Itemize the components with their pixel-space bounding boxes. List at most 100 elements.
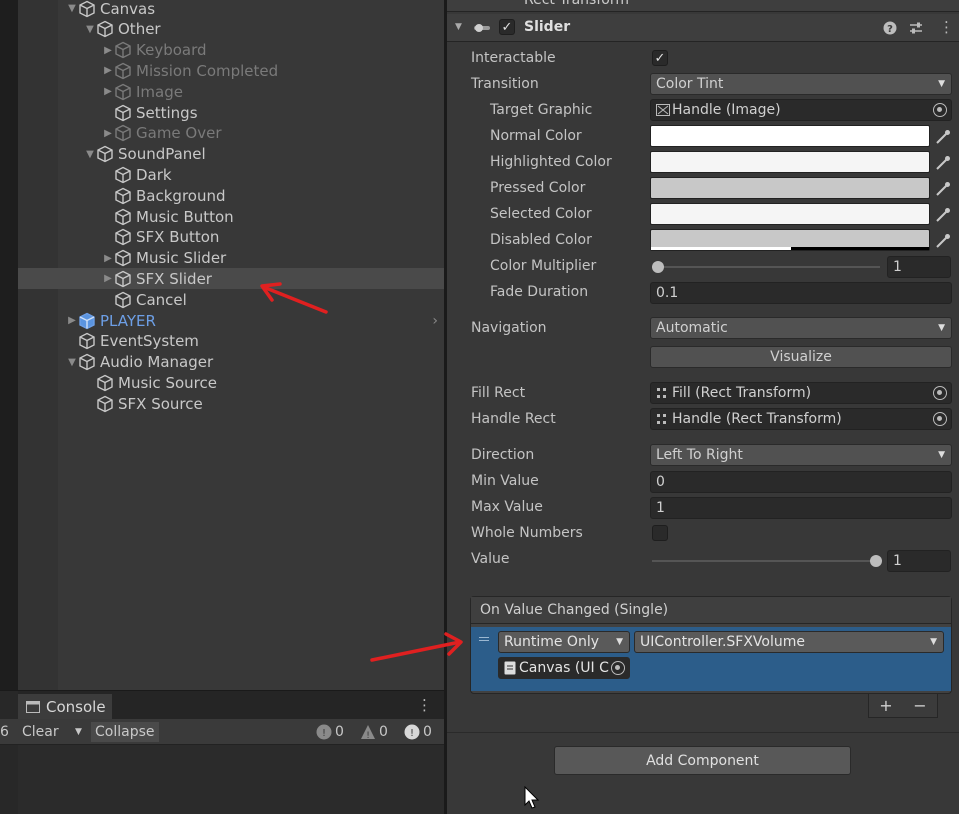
value-slider-track[interactable]: [652, 560, 880, 562]
whole-numbers-checkbox[interactable]: [652, 525, 668, 541]
value-label: Value: [471, 551, 510, 567]
pressed-color-swatch[interactable]: [650, 177, 930, 199]
hierarchy-item-music-slider[interactable]: ▶ Music Slider: [58, 248, 444, 269]
gameobject-icon: [114, 208, 132, 226]
hierarchy-item-keyboard[interactable]: ▶ Keyboard: [58, 40, 444, 61]
function-dropdown[interactable]: UIController.SFXVolume ▼: [634, 631, 944, 653]
drag-handle-icon[interactable]: [479, 637, 489, 641]
min-value-input[interactable]: 0: [650, 471, 952, 493]
expanded-arrow-icon[interactable]: ▼: [84, 149, 96, 160]
log-toggle[interactable]: ! 0: [316, 722, 344, 742]
add-component-button[interactable]: Add Component: [554, 746, 851, 775]
target-graphic-label: Target Graphic: [490, 102, 593, 118]
disabled-color-swatch[interactable]: [650, 229, 930, 251]
expanded-arrow-icon[interactable]: ▼: [66, 3, 78, 14]
dropdown-arrow-icon: ▼: [930, 637, 937, 647]
hierarchy-item-soundpanel[interactable]: ▼ SoundPanel: [58, 144, 444, 165]
eyedropper-icon[interactable]: [935, 155, 951, 171]
eyedropper-icon[interactable]: [935, 129, 951, 145]
add-listener-button[interactable]: +: [879, 696, 892, 715]
event-listener-row[interactable]: Runtime Only ▼ UIController.SFXVolume ▼ …: [471, 627, 951, 691]
target-object-field[interactable]: Canvas (UI C: [498, 657, 630, 679]
hierarchy-item-other[interactable]: ▼ Other: [58, 19, 444, 40]
hierarchy-item-canvas[interactable]: ▼ Canvas: [58, 0, 444, 19]
color-multiplier-handle[interactable]: [652, 261, 664, 273]
hierarchy-item-sfx-slider[interactable]: ▶ SFX Slider: [18, 268, 444, 290]
transition-dropdown[interactable]: Color Tint ▼: [650, 73, 952, 95]
component-menu-icon[interactable]: ⋮: [939, 18, 954, 36]
object-picker-icon[interactable]: [933, 412, 947, 426]
help-icon[interactable]: ?: [883, 21, 897, 35]
console-log-area[interactable]: [18, 745, 444, 814]
hierarchy-item-settings[interactable]: Settings: [58, 102, 444, 123]
event-list-footer: + −: [868, 694, 938, 718]
expanded-arrow-icon[interactable]: ▼: [84, 24, 96, 35]
hierarchy-item-sfx-source[interactable]: SFX Source: [58, 393, 444, 414]
expanded-arrow-icon[interactable]: ▼: [66, 357, 78, 368]
collapsed-arrow-icon[interactable]: ▶: [66, 315, 78, 326]
fade-duration-input[interactable]: 0.1: [650, 282, 952, 304]
error-toggle[interactable]: ! 0: [404, 722, 432, 742]
object-picker-icon[interactable]: [933, 386, 947, 400]
eyedropper-icon[interactable]: [935, 207, 951, 223]
slider-component-header[interactable]: ▼ ✓ Slider ? ⋮: [447, 14, 959, 42]
color-multiplier-input[interactable]: 1: [887, 256, 951, 278]
value-input[interactable]: 1: [887, 550, 951, 572]
eyedropper-icon[interactable]: [935, 181, 951, 197]
interactable-checkbox[interactable]: ✓: [652, 50, 668, 66]
remove-listener-button[interactable]: −: [913, 696, 926, 715]
selected-color-swatch[interactable]: [650, 203, 930, 225]
dropdown-arrow-icon: ▼: [616, 637, 623, 647]
hierarchy-item-sfx-button[interactable]: SFX Button: [58, 227, 444, 248]
open-prefab-chevron-icon[interactable]: ›: [432, 313, 438, 329]
clear-dropdown-arrow-icon[interactable]: ▼: [75, 722, 82, 742]
tab-console[interactable]: Console: [18, 694, 112, 719]
hierarchy-item-label: Other: [118, 20, 161, 39]
slider-enabled-checkbox[interactable]: ✓: [499, 19, 515, 35]
target-graphic-field[interactable]: Handle (Image): [650, 99, 952, 121]
navigation-dropdown[interactable]: Automatic ▼: [650, 317, 952, 339]
normal-color-swatch[interactable]: [650, 125, 930, 147]
gameobject-icon: [96, 145, 114, 163]
hierarchy-item-game-over[interactable]: ▶ Game Over: [58, 123, 444, 144]
eyedropper-icon[interactable]: [935, 233, 951, 249]
value-slider-handle[interactable]: [870, 555, 882, 567]
collapsed-arrow-icon[interactable]: ▶: [102, 128, 114, 139]
warning-toggle[interactable]: ! 0: [360, 722, 388, 742]
preset-icon[interactable]: [909, 21, 923, 35]
clear-button[interactable]: Clear: [22, 722, 59, 742]
hierarchy-item-music-source[interactable]: Music Source: [58, 372, 444, 393]
hierarchy-item-background[interactable]: Background: [58, 185, 444, 206]
gameobject-icon: [114, 41, 132, 59]
visualize-button[interactable]: Visualize: [650, 346, 952, 368]
console-tab-label: Console: [46, 697, 106, 716]
foldout-arrow-icon[interactable]: ▼: [455, 22, 462, 32]
rect-transform-header[interactable]: Rect Transform: [447, 0, 959, 12]
highlighted-color-swatch[interactable]: [650, 151, 930, 173]
handle-rect-field[interactable]: Handle (Rect Transform): [650, 408, 952, 430]
fill-rect-field[interactable]: Fill (Rect Transform): [650, 382, 952, 404]
hierarchy-item-audio-manager[interactable]: ▼ Audio Manager: [58, 352, 444, 373]
console-menu-icon[interactable]: ⋮: [417, 696, 432, 714]
hierarchy-item-image[interactable]: ▶ Image: [58, 81, 444, 102]
fill-rect-value: Fill (Rect Transform): [672, 385, 812, 401]
collapsed-arrow-icon[interactable]: ▶: [102, 45, 114, 56]
max-value-input[interactable]: 1: [650, 497, 952, 519]
runtime-only-dropdown[interactable]: Runtime Only ▼: [498, 631, 630, 653]
gameobject-icon: [78, 0, 96, 18]
collapsed-arrow-icon[interactable]: ▶: [102, 65, 114, 76]
dropdown-arrow-icon: ▼: [938, 323, 945, 333]
collapsed-arrow-icon[interactable]: ▶: [102, 273, 114, 284]
hierarchy-item-label: Audio Manager: [100, 353, 214, 372]
object-picker-icon[interactable]: [611, 661, 625, 675]
hierarchy-item-mission-completed[interactable]: ▶ Mission Completed: [58, 60, 444, 81]
color-multiplier-track[interactable]: [652, 266, 880, 268]
collapsed-arrow-icon[interactable]: ▶: [102, 86, 114, 97]
hierarchy-item-eventsystem[interactable]: EventSystem: [58, 331, 444, 352]
hierarchy-item-dark[interactable]: Dark: [58, 164, 444, 185]
hierarchy-item-music-button[interactable]: Music Button: [58, 206, 444, 227]
object-picker-icon[interactable]: [933, 103, 947, 117]
collapse-button[interactable]: Collapse: [91, 722, 159, 742]
collapsed-arrow-icon[interactable]: ▶: [102, 253, 114, 264]
direction-dropdown[interactable]: Left To Right ▼: [650, 444, 952, 466]
